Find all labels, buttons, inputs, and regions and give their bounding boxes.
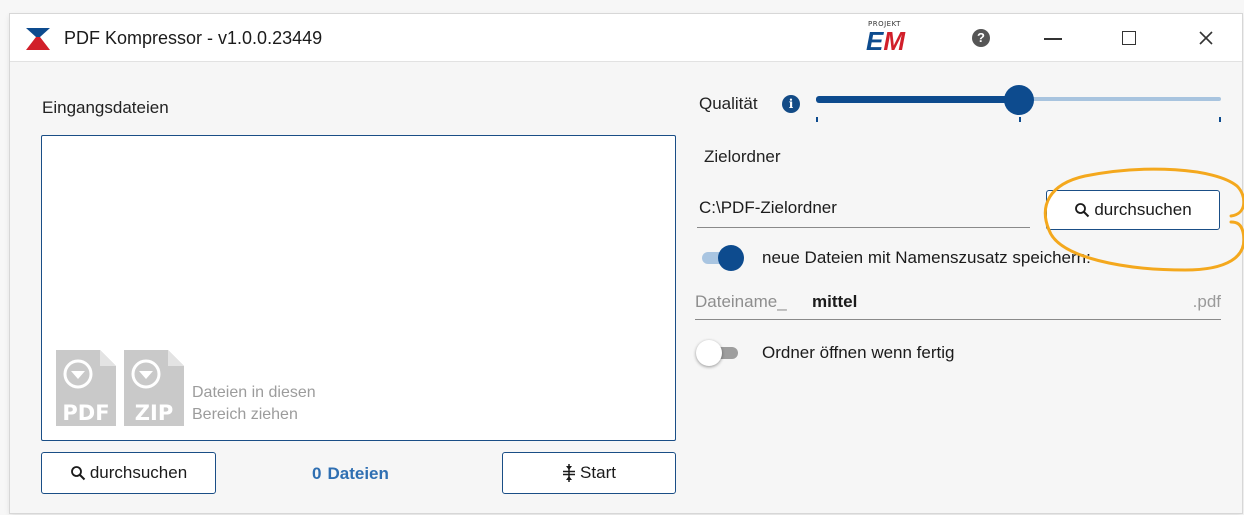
title-bar: PDF Kompressor - v1.0.0.23449 PROJEKT EM… bbox=[10, 14, 1242, 62]
quality-slider[interactable] bbox=[816, 84, 1221, 124]
toggle-knob bbox=[718, 245, 744, 271]
info-icon[interactable]: i bbox=[782, 95, 800, 113]
maximize-button[interactable] bbox=[1116, 24, 1144, 52]
toggle-knob bbox=[696, 340, 722, 366]
file-count-number: 0 bbox=[312, 464, 322, 483]
window-title: PDF Kompressor - v1.0.0.23449 bbox=[64, 28, 323, 48]
minimize-icon bbox=[1044, 38, 1062, 40]
close-icon bbox=[1199, 31, 1213, 45]
search-icon bbox=[1075, 203, 1090, 218]
start-button[interactable]: Start bbox=[502, 452, 676, 494]
zip-badge-text: ZIP bbox=[135, 401, 173, 425]
compress-icon bbox=[563, 464, 576, 482]
filename-value[interactable]: mittel bbox=[812, 292, 857, 312]
file-count-label: Dateien bbox=[327, 464, 389, 483]
browse-input-button[interactable]: durchsuchen bbox=[41, 452, 216, 494]
slider-tick bbox=[816, 117, 818, 122]
filename-field[interactable]: Dateiname_ mittel .pdf bbox=[695, 288, 1221, 320]
maximize-icon bbox=[1122, 31, 1136, 45]
logo-e: E bbox=[866, 26, 884, 56]
app-window: PDF Kompressor - v1.0.0.23449 PROJEKT EM… bbox=[10, 14, 1244, 513]
help-icon: ? bbox=[972, 29, 990, 47]
app-logo-icon bbox=[26, 28, 50, 50]
projekt-em-logo: PROJEKT EM bbox=[866, 20, 922, 56]
suffix-toggle-label: neue Dateien mit Namenszusatz speichern: bbox=[762, 248, 1091, 267]
open-folder-toggle[interactable] bbox=[696, 340, 744, 366]
filename-prefix: Dateiname_ bbox=[695, 292, 787, 311]
target-folder-input[interactable]: C:\PDF-Zielordner bbox=[697, 198, 1030, 228]
browse-target-label: durchsuchen bbox=[1094, 200, 1192, 219]
slider-thumb[interactable] bbox=[1003, 85, 1034, 115]
zip-file-icon: ZIP bbox=[124, 350, 184, 426]
slider-tick bbox=[1018, 117, 1021, 122]
start-label: Start bbox=[580, 463, 616, 482]
help-button[interactable]: ? bbox=[968, 24, 996, 52]
search-icon bbox=[70, 466, 86, 481]
slider-fill bbox=[816, 96, 1019, 103]
pdf-badge-text: PDF bbox=[62, 401, 109, 425]
slider-tick bbox=[1219, 117, 1221, 122]
drop-hint: Dateien in diesen Bereich ziehen bbox=[192, 382, 316, 426]
browse-input-label: durchsuchen bbox=[89, 463, 188, 482]
target-folder-label: Zielordner bbox=[704, 147, 781, 166]
input-files-label: Eingangsdateien bbox=[42, 98, 169, 117]
quality-label: Qualität bbox=[699, 94, 758, 113]
file-drop-zone[interactable]: PDF ZIP Dateien in diesen Bereich ziehen bbox=[41, 135, 676, 441]
filename-extension: .pdf bbox=[1192, 292, 1221, 311]
open-folder-label: Ordner öffnen wenn fertig bbox=[762, 343, 955, 362]
suffix-toggle[interactable] bbox=[696, 245, 744, 271]
drop-hint-line1: Dateien in diesen bbox=[192, 384, 316, 401]
logo-m: M bbox=[883, 26, 906, 56]
minimize-button[interactable] bbox=[1040, 24, 1068, 52]
file-count: 0 Dateien bbox=[312, 464, 389, 484]
browse-target-button[interactable]: durchsuchen bbox=[1046, 190, 1220, 230]
drop-hint-line2: Bereich ziehen bbox=[192, 406, 298, 423]
close-button[interactable] bbox=[1192, 24, 1220, 52]
pdf-file-icon: PDF bbox=[56, 350, 116, 426]
